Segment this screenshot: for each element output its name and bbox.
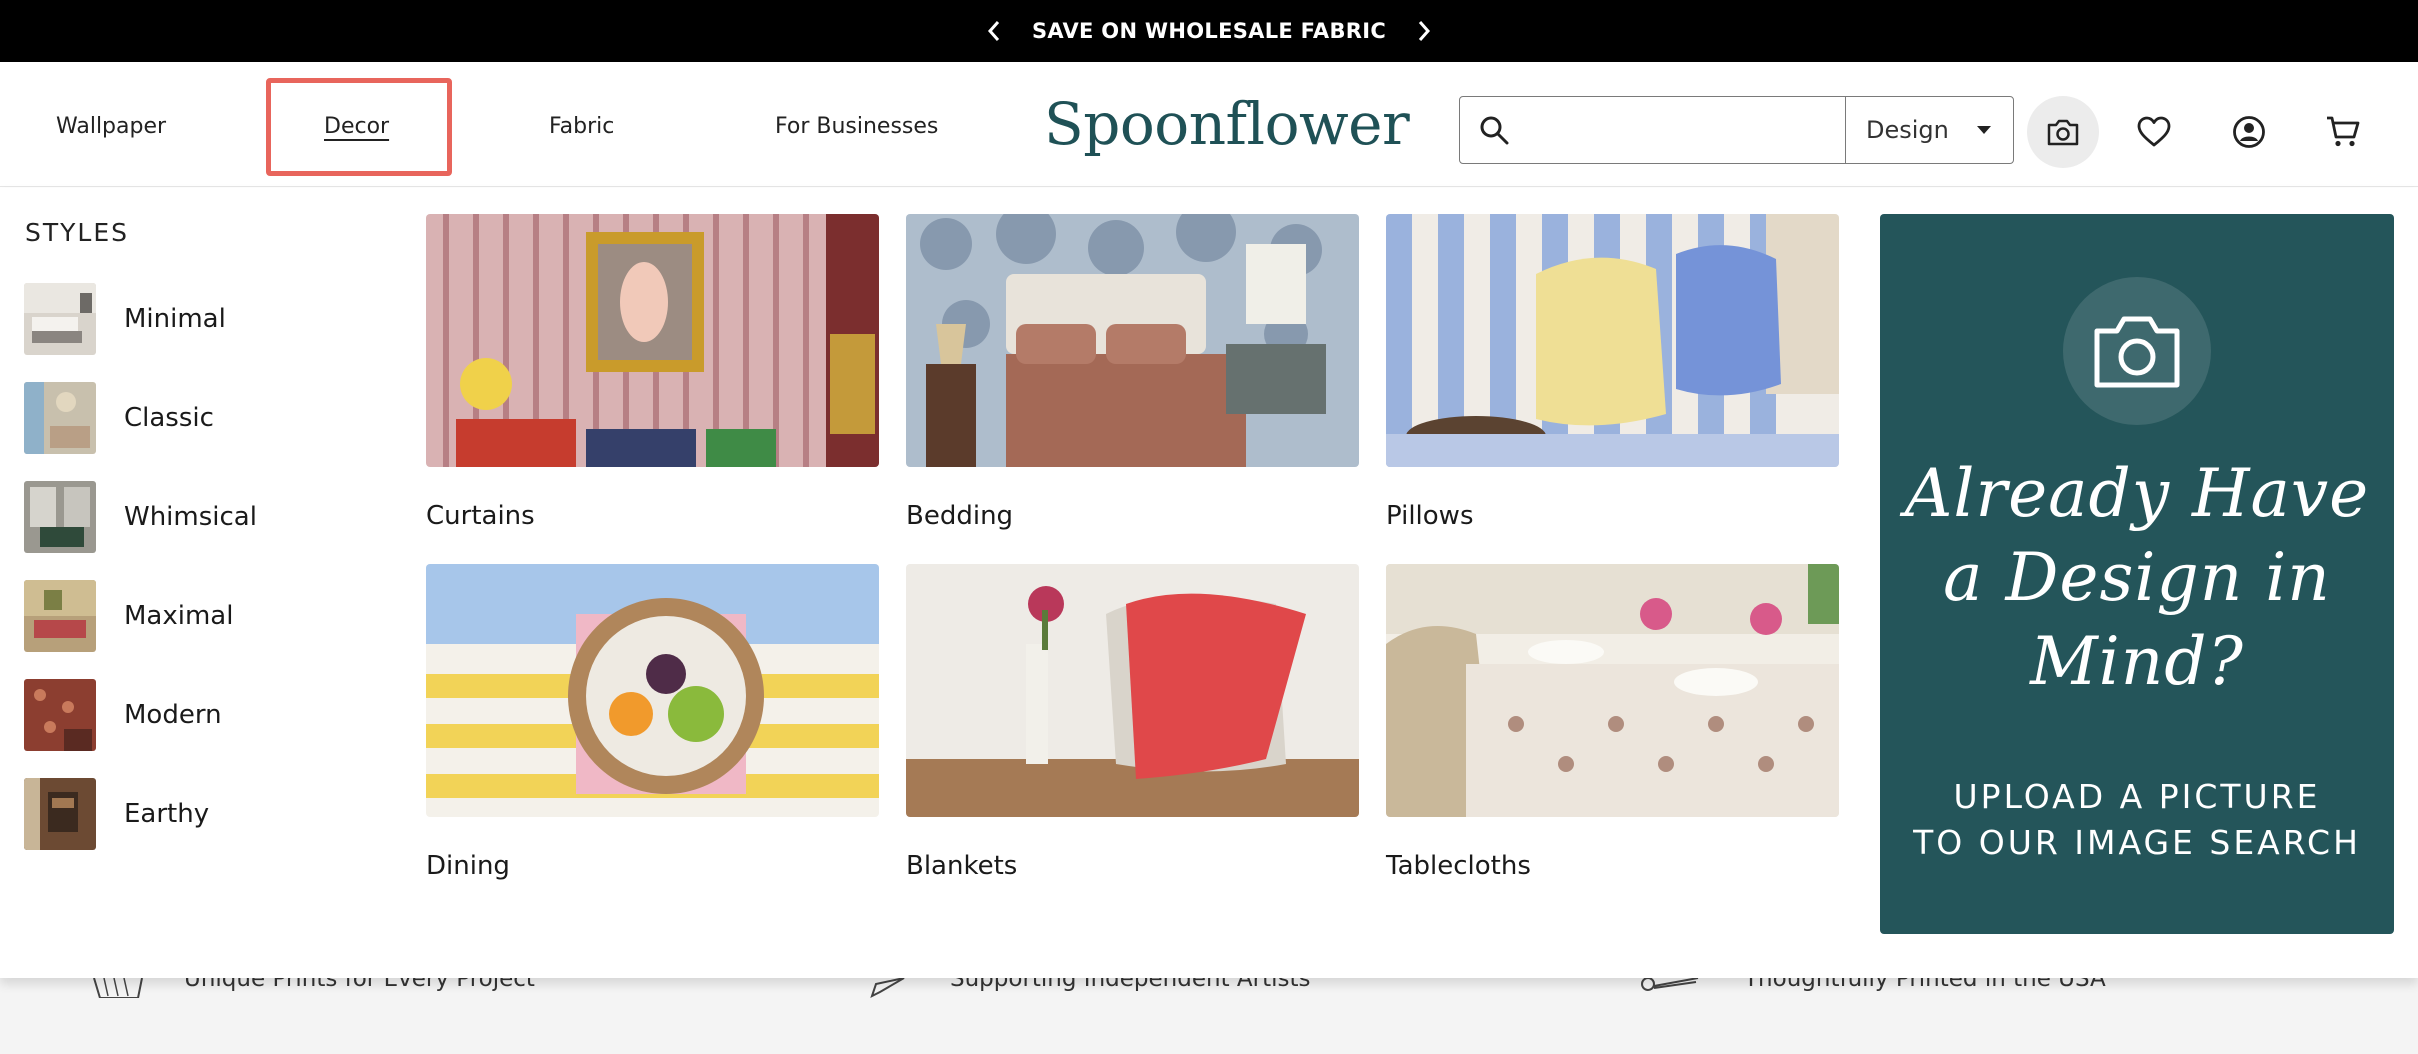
account-icon xyxy=(2233,116,2265,148)
favorites-button[interactable] xyxy=(2118,96,2190,168)
value-prop: Unique Prints for Every Project xyxy=(92,978,535,998)
nav-decor[interactable]: Decor xyxy=(324,114,389,139)
category-label: Bedding xyxy=(906,501,1014,531)
category-label: Dining xyxy=(426,851,510,881)
site-logo[interactable]: Spoonflower xyxy=(1044,90,1410,158)
style-label: Whimsical xyxy=(124,502,257,532)
cart-button[interactable] xyxy=(2307,96,2379,168)
cart-icon xyxy=(2327,116,2360,147)
search-icon[interactable] xyxy=(1460,97,1528,163)
search-bar: Design xyxy=(1459,96,2014,164)
style-thumbnail xyxy=(24,679,96,751)
style-label: Earthy xyxy=(124,799,210,829)
category-curtains[interactable]: Curtains xyxy=(426,214,879,531)
style-item-maximal[interactable]: Maximal xyxy=(24,579,233,653)
image-search-promo-card[interactable]: Already Have a Design in Mind? UPLOAD A … xyxy=(1880,214,2394,934)
scissors-icon xyxy=(1641,978,1699,991)
nav-for-businesses[interactable]: For Businesses xyxy=(775,114,938,139)
style-thumbnail xyxy=(24,778,96,850)
promo-subtext: UPLOAD A PICTURE TO OUR IMAGE SEARCH xyxy=(1880,774,2394,866)
promo-subtext-line: TO OUR IMAGE SEARCH xyxy=(1913,823,2361,862)
style-thumbnail xyxy=(24,580,96,652)
chevron-left-icon xyxy=(987,21,1000,41)
fabric-swatch-icon xyxy=(93,978,143,998)
value-props-strip: Unique Prints for Every Project Supporti… xyxy=(0,978,2418,1054)
promo-subtext-line: UPLOAD A PICTURE xyxy=(1953,777,2321,816)
category-label: Blankets xyxy=(906,851,1018,881)
pillows-image xyxy=(1386,214,1839,467)
promo-next-button[interactable] xyxy=(1404,11,1444,51)
bedding-image xyxy=(906,214,1359,467)
style-thumbnail xyxy=(24,481,96,553)
style-label: Minimal xyxy=(124,304,226,334)
category-label: Curtains xyxy=(426,501,535,531)
chevron-right-icon xyxy=(1418,21,1431,41)
style-thumbnail xyxy=(24,382,96,454)
promo-headline-line: a Design in xyxy=(1943,539,2331,616)
pen-icon xyxy=(870,978,905,998)
value-prop-text: Thoughtfully Printed in the USA xyxy=(1744,978,2106,992)
dining-image xyxy=(426,564,879,817)
style-label: Classic xyxy=(124,403,214,433)
caret-down-icon xyxy=(1977,126,1991,134)
category-blankets[interactable]: Blankets xyxy=(906,564,1359,881)
promo-headline: Already Have a Design in Mind? xyxy=(1880,452,2394,704)
category-tablecloths[interactable]: Tablecloths xyxy=(1386,564,1839,881)
camera-icon xyxy=(2094,316,2180,388)
nav-fabric[interactable]: Fabric xyxy=(549,114,614,139)
promo-headline-line: Already Have xyxy=(1904,455,2370,532)
value-prop-text: Supporting Independent Artists xyxy=(950,978,1311,992)
value-prop-text: Unique Prints for Every Project xyxy=(184,978,535,992)
account-button[interactable] xyxy=(2213,96,2285,168)
style-item-minimal[interactable]: Minimal xyxy=(24,282,226,356)
promo-prev-button[interactable] xyxy=(974,11,1014,51)
style-item-modern[interactable]: Modern xyxy=(24,678,222,752)
style-item-earthy[interactable]: Earthy xyxy=(24,777,209,851)
search-category-value: Design xyxy=(1866,116,1949,144)
curtains-image xyxy=(426,214,879,467)
decor-mega-menu: STYLES Minimal Classic Whimsical Maximal… xyxy=(0,188,2418,978)
promo-headline-line: Mind? xyxy=(2030,623,2244,700)
tablecloths-image xyxy=(1386,564,1839,817)
site-header: Wallpaper Decor Fabric For Businesses Sp… xyxy=(0,62,2418,187)
blankets-image xyxy=(906,564,1359,817)
category-label: Tablecloths xyxy=(1386,851,1531,881)
camera-icon xyxy=(2047,119,2079,146)
camera-icon-circle xyxy=(2063,277,2211,425)
category-pillows[interactable]: Pillows xyxy=(1386,214,1839,531)
category-label: Pillows xyxy=(1386,501,1474,531)
style-item-classic[interactable]: Classic xyxy=(24,381,214,455)
style-item-whimsical[interactable]: Whimsical xyxy=(24,480,257,554)
style-label: Maximal xyxy=(124,601,234,631)
category-dining[interactable]: Dining xyxy=(426,564,879,881)
value-prop: Thoughtfully Printed in the USA xyxy=(1638,978,2106,998)
search-input[interactable] xyxy=(1528,97,1845,163)
promo-bar: SAVE ON WHOLESALE FABRIC xyxy=(0,0,2418,62)
heart-icon xyxy=(2137,116,2171,147)
style-thumbnail xyxy=(24,283,96,355)
promo-text[interactable]: SAVE ON WHOLESALE FABRIC xyxy=(1032,19,1386,43)
search-category-select[interactable]: Design xyxy=(1846,97,2013,163)
style-label: Modern xyxy=(124,700,222,730)
styles-heading: STYLES xyxy=(25,218,130,247)
value-prop: Supporting Independent Artists xyxy=(870,978,1310,998)
category-bedding[interactable]: Bedding xyxy=(906,214,1359,531)
image-search-button[interactable] xyxy=(2027,96,2099,168)
nav-wallpaper[interactable]: Wallpaper xyxy=(56,114,166,139)
